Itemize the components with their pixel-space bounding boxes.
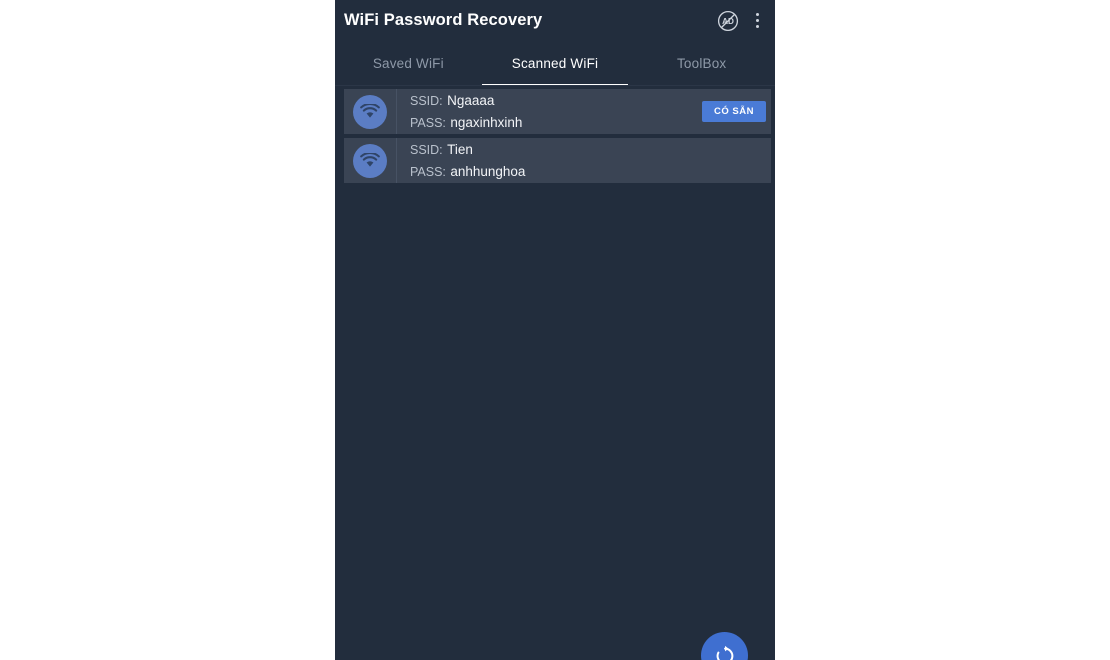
tab-strip: Saved WiFi Scanned WiFi ToolBox bbox=[335, 41, 775, 86]
row-text-cell: SSID: Tien PASS: anhhunghoa bbox=[397, 139, 766, 183]
row-icon-cell bbox=[344, 89, 397, 134]
ssid-label: SSID: bbox=[410, 142, 443, 157]
list-item[interactable]: SSID: Ngaaaa PASS: ngaxinhxinh CÓ SẴN bbox=[344, 89, 771, 134]
page-title: WiFi Password Recovery bbox=[344, 11, 543, 29]
row-badge-cell: CÓ SẴN bbox=[702, 101, 771, 122]
no-ads-button[interactable]: AD bbox=[713, 6, 743, 36]
pass-line: PASS: anhhunghoa bbox=[410, 161, 766, 183]
tab-label: ToolBox bbox=[676, 56, 727, 71]
row-icon-cell bbox=[344, 138, 397, 183]
ssid-label: SSID: bbox=[410, 93, 443, 108]
wifi-icon bbox=[353, 94, 387, 129]
no-ads-icon: AD bbox=[717, 10, 739, 31]
tab-label: Scanned WiFi bbox=[511, 56, 599, 71]
overflow-menu-icon bbox=[755, 11, 759, 30]
tab-label: Saved WiFi bbox=[372, 56, 444, 71]
wifi-icon bbox=[353, 143, 387, 178]
scanned-wifi-list: SSID: Ngaaaa PASS: ngaxinhxinh CÓ SẴN SS… bbox=[335, 86, 775, 183]
pass-value: ngaxinhxinh bbox=[450, 114, 523, 130]
tab-toolbox[interactable]: ToolBox bbox=[628, 41, 775, 86]
list-item[interactable]: SSID: Tien PASS: anhhunghoa bbox=[344, 138, 771, 183]
tab-strip-divider bbox=[335, 85, 775, 86]
ssid-line: SSID: Tien bbox=[410, 139, 766, 161]
pass-value: anhhunghoa bbox=[450, 163, 526, 179]
tab-scanned-wifi[interactable]: Scanned WiFi bbox=[481, 41, 629, 86]
tab-saved-wifi[interactable]: Saved WiFi bbox=[335, 41, 482, 86]
ssid-value: Tien bbox=[447, 141, 473, 157]
row-text-cell: SSID: Ngaaaa PASS: ngaxinhxinh bbox=[397, 90, 702, 134]
overflow-menu-button[interactable] bbox=[745, 6, 769, 36]
scan-fab-button[interactable] bbox=[701, 632, 748, 660]
pass-label: PASS: bbox=[410, 164, 446, 179]
action-bar: WiFi Password Recovery AD bbox=[335, 0, 775, 41]
status-badge[interactable]: CÓ SẴN bbox=[702, 101, 766, 122]
scan-refresh-icon bbox=[716, 645, 733, 660]
ssid-value: Ngaaaa bbox=[447, 92, 495, 108]
app-window: WiFi Password Recovery AD Saved WiFi Sca… bbox=[335, 0, 775, 660]
ssid-line: SSID: Ngaaaa bbox=[410, 90, 702, 112]
pass-label: PASS: bbox=[410, 115, 446, 130]
pass-line: PASS: ngaxinhxinh bbox=[410, 112, 702, 134]
